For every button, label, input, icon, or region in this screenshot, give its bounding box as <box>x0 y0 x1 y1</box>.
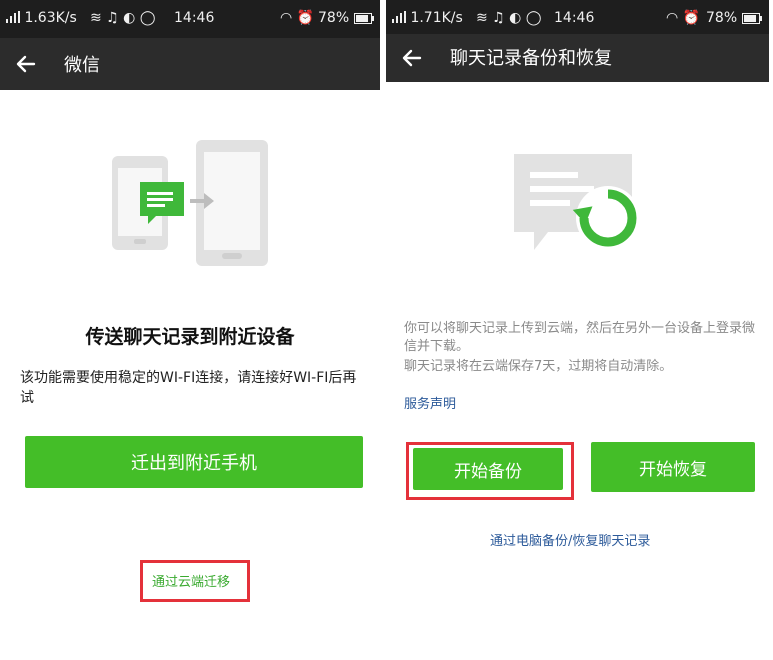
network-speed: 1.63K/s <box>6 10 77 26</box>
service-statement-link[interactable]: 服务声明 <box>404 393 456 412</box>
pc-backup-restore-link[interactable]: 通过电脑备份/恢复聊天记录 <box>490 530 650 549</box>
start-backup-button[interactable]: 开始备份 <box>413 448 563 490</box>
wifi-icon: ≋ ♫ ◐ ◯ <box>476 10 542 26</box>
page-title: 微信 <box>64 55 100 76</box>
signal-icon <box>6 11 20 23</box>
battery-text: 78% <box>318 10 350 26</box>
section-heading: 传送聊天记录到附近设备 <box>85 326 295 348</box>
start-restore-button[interactable]: 开始恢复 <box>591 442 755 492</box>
signal-icon <box>392 11 406 23</box>
phone-transfer-illustration <box>112 140 268 266</box>
app-bar: 聊天记录备份和恢复 <box>386 34 769 82</box>
headphone-alarm-icons: ◠ ⏰ <box>280 10 315 26</box>
headphone-alarm-icons: ◠ ⏰ <box>666 10 701 26</box>
back-arrow-icon[interactable] <box>12 50 40 78</box>
battery-icon <box>354 12 374 28</box>
battery-text: 78% <box>706 10 738 26</box>
right-screen: 1.71K/s ≋ ♫ ◐ ◯ 14:46 ◠ ⏰ 78% 聊天记录备份和恢复 … <box>386 0 769 660</box>
status-bar: 1.71K/s ≋ ♫ ◐ ◯ 14:46 ◠ ⏰ 78% <box>386 0 769 38</box>
backup-description: 你可以将聊天记录上传到云端，然后在另外一台设备上登录微信并下载。 <box>404 321 756 354</box>
network-speed: 1.71K/s <box>392 10 463 26</box>
migrate-to-nearby-phone-button[interactable]: 迁出到附近手机 <box>25 436 363 488</box>
retention-description: 聊天记录将在云端保存7天，过期将自动清除。 <box>404 359 673 374</box>
cloud-backup-illustration <box>514 154 640 250</box>
back-arrow-icon[interactable] <box>398 44 426 72</box>
page-title: 聊天记录备份和恢复 <box>450 48 612 69</box>
battery-icon <box>742 12 762 28</box>
app-bar: 微信 <box>0 38 380 90</box>
clock-text: 14:46 <box>554 10 595 26</box>
wifi-icon: ≋ ♫ ◐ ◯ <box>90 10 156 26</box>
clock-text: 14:46 <box>174 10 215 26</box>
status-bar: 1.63K/s ≋ ♫ ◐ ◯ 14:46 ◠ ⏰ 78% <box>0 0 380 38</box>
wifi-requirement-text: 该功能需要使用稳定的WI-FI连接，请连接好WI-FI后再试 <box>20 370 357 406</box>
left-screen: 1.63K/s ≋ ♫ ◐ ◯ 14:46 ◠ ⏰ 78% 微信 传送聊天记录到… <box>0 0 380 660</box>
cloud-migration-link[interactable]: 通过云端迁移 <box>152 571 230 590</box>
